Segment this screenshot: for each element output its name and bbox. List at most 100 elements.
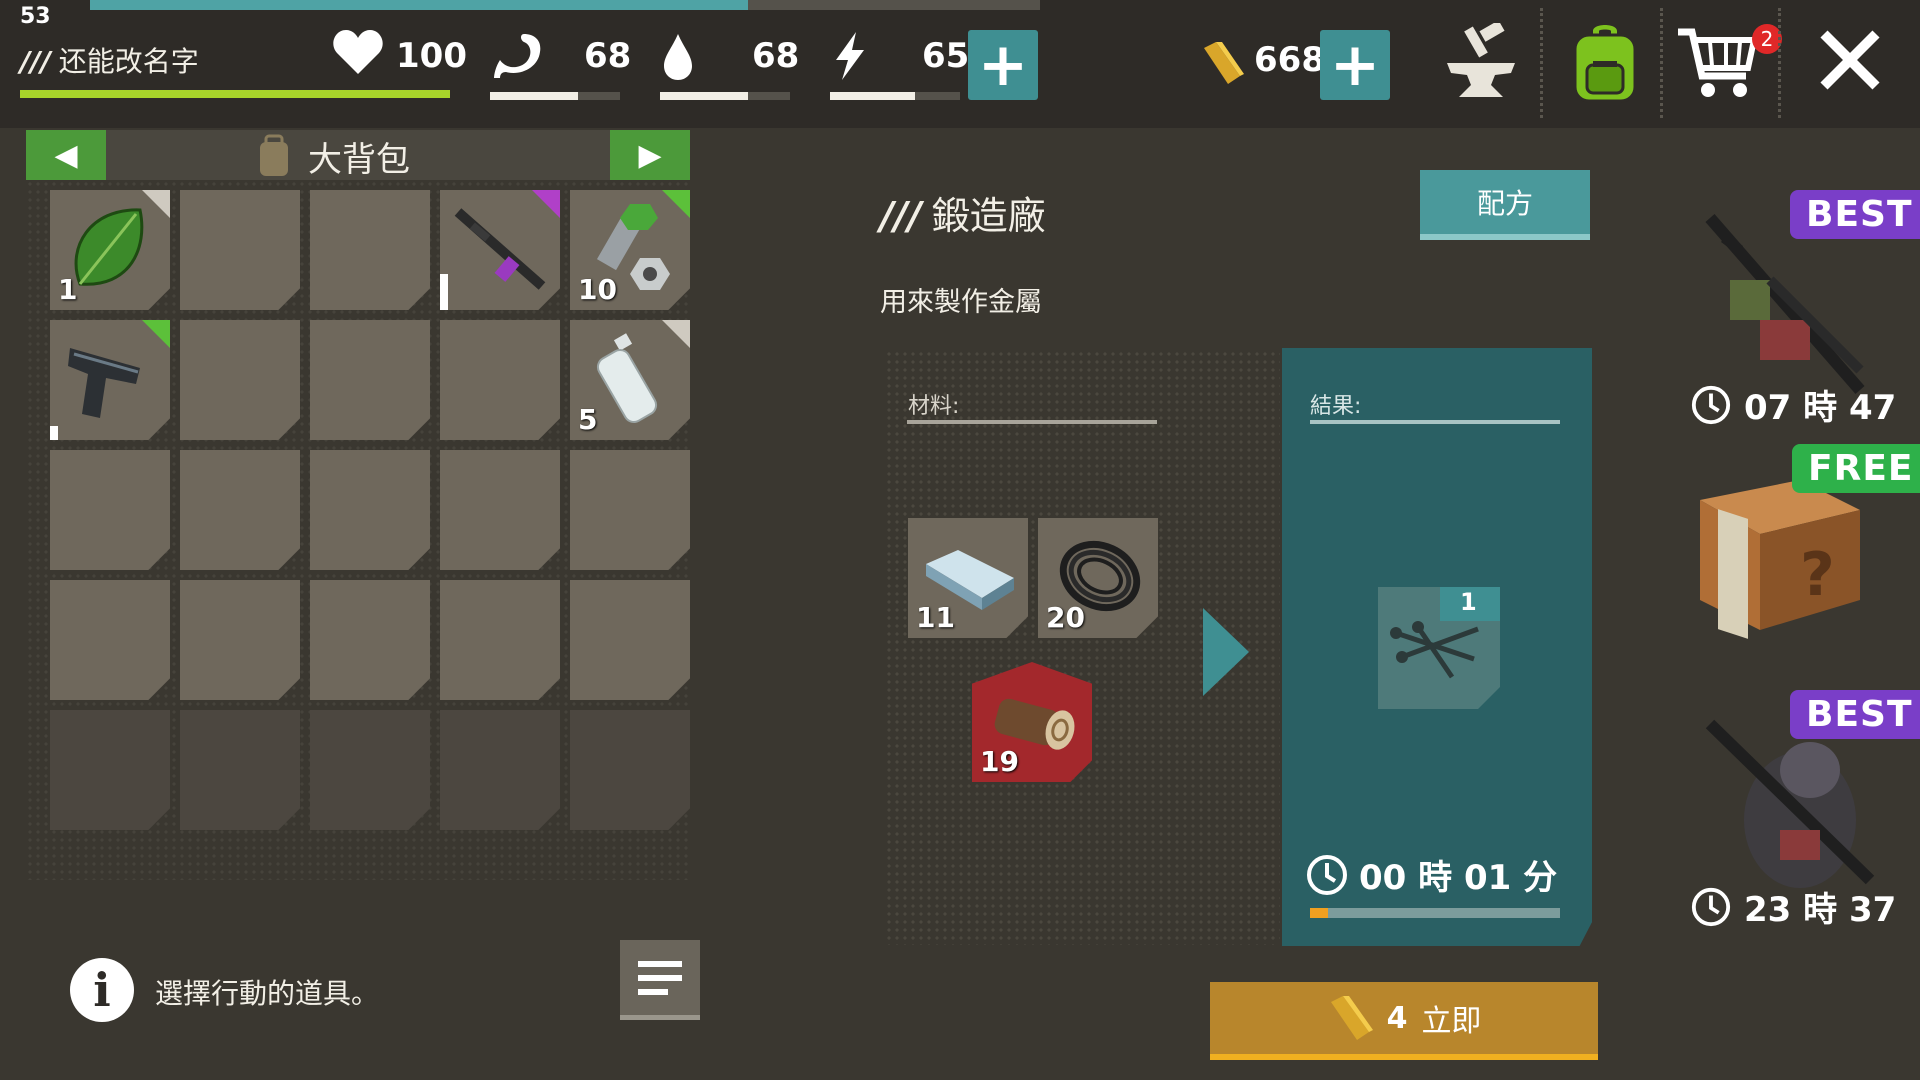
- inventory-slot[interactable]: [440, 190, 560, 310]
- energy-value: 65: [922, 36, 970, 76]
- material-count: 20: [1046, 601, 1085, 634]
- backpack-icon[interactable]: [1560, 18, 1650, 108]
- offer-badge-best: BEST: [1790, 190, 1920, 239]
- offer-timer: 07 時 47: [1690, 380, 1896, 429]
- result-arrow-icon: [1203, 608, 1249, 696]
- durability-bar: [50, 426, 58, 440]
- player-name[interactable]: ///还能改名字: [20, 40, 199, 80]
- inventory-slot-empty[interactable]: [180, 450, 300, 570]
- inventory-slot-empty[interactable]: [440, 580, 560, 700]
- clock-icon: [1691, 385, 1731, 424]
- durability-bar: [440, 274, 448, 310]
- offer-timer-text: 23 時 37: [1744, 890, 1897, 930]
- water-drop-icon: [660, 32, 696, 86]
- separator: [1540, 8, 1543, 118]
- item-count: 5: [578, 403, 598, 436]
- backpack-title: 大背包: [308, 140, 410, 180]
- material-slot-missing[interactable]: 19: [972, 662, 1092, 782]
- materials-label: 材料:: [908, 394, 960, 419]
- gold-value: 668: [1254, 40, 1325, 80]
- result-underline: [1310, 420, 1560, 424]
- inventory-slot-empty[interactable]: [50, 710, 170, 830]
- inventory-slot[interactable]: 10: [570, 190, 690, 310]
- close-button[interactable]: [1818, 28, 1882, 92]
- gold-bar-icon: [1200, 40, 1244, 90]
- recipe-button[interactable]: 配方: [1420, 170, 1590, 240]
- craft-timer-text: 00 時 01 分: [1359, 858, 1558, 898]
- material-slot[interactable]: 11: [908, 518, 1028, 638]
- inventory-slot-empty[interactable]: [440, 450, 560, 570]
- material-slot[interactable]: 20: [1038, 518, 1158, 638]
- inventory-slot-empty[interactable]: [180, 190, 300, 310]
- clock-icon: [1307, 854, 1347, 895]
- offer-badge-best: BEST: [1790, 690, 1920, 739]
- add-energy-button[interactable]: +: [968, 30, 1038, 100]
- inventory-slot[interactable]: [50, 320, 170, 440]
- info-text: 選擇行動的道具。: [155, 977, 380, 1010]
- close-icon: [1820, 30, 1880, 90]
- instant-label: 立即: [1421, 1004, 1482, 1039]
- forge-title-text: 鍛造廠: [931, 194, 1046, 238]
- offer-badge-free: FREE: [1792, 444, 1920, 493]
- inventory-slot-empty[interactable]: [310, 580, 430, 700]
- inventory-slot-empty[interactable]: [310, 710, 430, 830]
- lightning-icon: [830, 30, 870, 86]
- inventory-slot-empty[interactable]: [570, 450, 690, 570]
- inventory-slot[interactable]: 5: [570, 320, 690, 440]
- info-icon: i: [70, 958, 134, 1022]
- stomach-icon: [490, 30, 546, 84]
- inventory-slot-empty[interactable]: [180, 320, 300, 440]
- rarity-corner: [142, 190, 170, 218]
- inventory-slot-empty[interactable]: [440, 320, 560, 440]
- inventory-slot-empty[interactable]: [180, 580, 300, 700]
- instant-craft-button[interactable]: 4 立即: [1210, 982, 1598, 1060]
- food-value: 68: [584, 36, 632, 76]
- rarity-corner: [142, 320, 170, 348]
- separator: [1660, 8, 1663, 118]
- health-value: 100: [396, 36, 467, 76]
- materials-underline: [907, 420, 1157, 424]
- food-bar: [490, 92, 620, 100]
- inventory-slot-empty[interactable]: [570, 580, 690, 700]
- anvil-icon[interactable]: [1436, 18, 1526, 108]
- backpack-small-icon: [254, 134, 294, 182]
- offer-timer-text: 07 時 47: [1744, 388, 1897, 428]
- offer-timer: 23 時 37: [1690, 882, 1896, 931]
- craft-progress-fill: [1310, 908, 1328, 918]
- forge-prefix: ///: [880, 194, 922, 238]
- offer-armored-soldier[interactable]: [1700, 710, 1880, 904]
- inventory-slot-empty[interactable]: [570, 710, 690, 830]
- inventory-slot-empty[interactable]: [180, 710, 300, 830]
- forge-description: 用來製作金屬: [880, 287, 1042, 318]
- inventory-slot-empty[interactable]: [440, 710, 560, 830]
- inventory-slot-empty[interactable]: [310, 450, 430, 570]
- gold-bar-icon: [1330, 996, 1373, 1040]
- inventory-slot-empty[interactable]: [50, 450, 170, 570]
- clock-icon: [1691, 887, 1731, 926]
- inventory-slot-empty[interactable]: [310, 190, 430, 310]
- rarity-corner: [532, 190, 560, 218]
- craft-timer: 00 時 01 分: [1305, 850, 1557, 899]
- backpack-next-button[interactable]: ▶: [610, 130, 690, 180]
- instant-cost: 4: [1386, 1000, 1408, 1036]
- xp-bar-fill: [90, 0, 748, 10]
- craft-progress-bar: [1310, 908, 1560, 918]
- inventory-slot[interactable]: 1: [50, 190, 170, 310]
- separator: [1778, 8, 1781, 118]
- shopping-cart-icon[interactable]: [1672, 18, 1762, 108]
- player-name-text: 还能改名字: [58, 45, 199, 78]
- forge-title: ///鍛造廠: [880, 185, 1046, 240]
- name-underline: [20, 90, 450, 98]
- water-bar: [660, 92, 790, 100]
- buy-gold-button[interactable]: +: [1320, 30, 1390, 100]
- inventory-slot-empty[interactable]: [310, 320, 430, 440]
- sort-menu-button[interactable]: [620, 940, 700, 1020]
- energy-bar: [830, 92, 960, 100]
- inventory-slot-empty[interactable]: [50, 580, 170, 700]
- item-count: 1: [58, 273, 78, 306]
- rarity-corner: [662, 320, 690, 348]
- rarity-corner: [662, 190, 690, 218]
- backpack-prev-button[interactable]: ◀: [26, 130, 106, 180]
- player-level: 53: [20, 4, 51, 29]
- name-prefix: ///: [20, 45, 51, 78]
